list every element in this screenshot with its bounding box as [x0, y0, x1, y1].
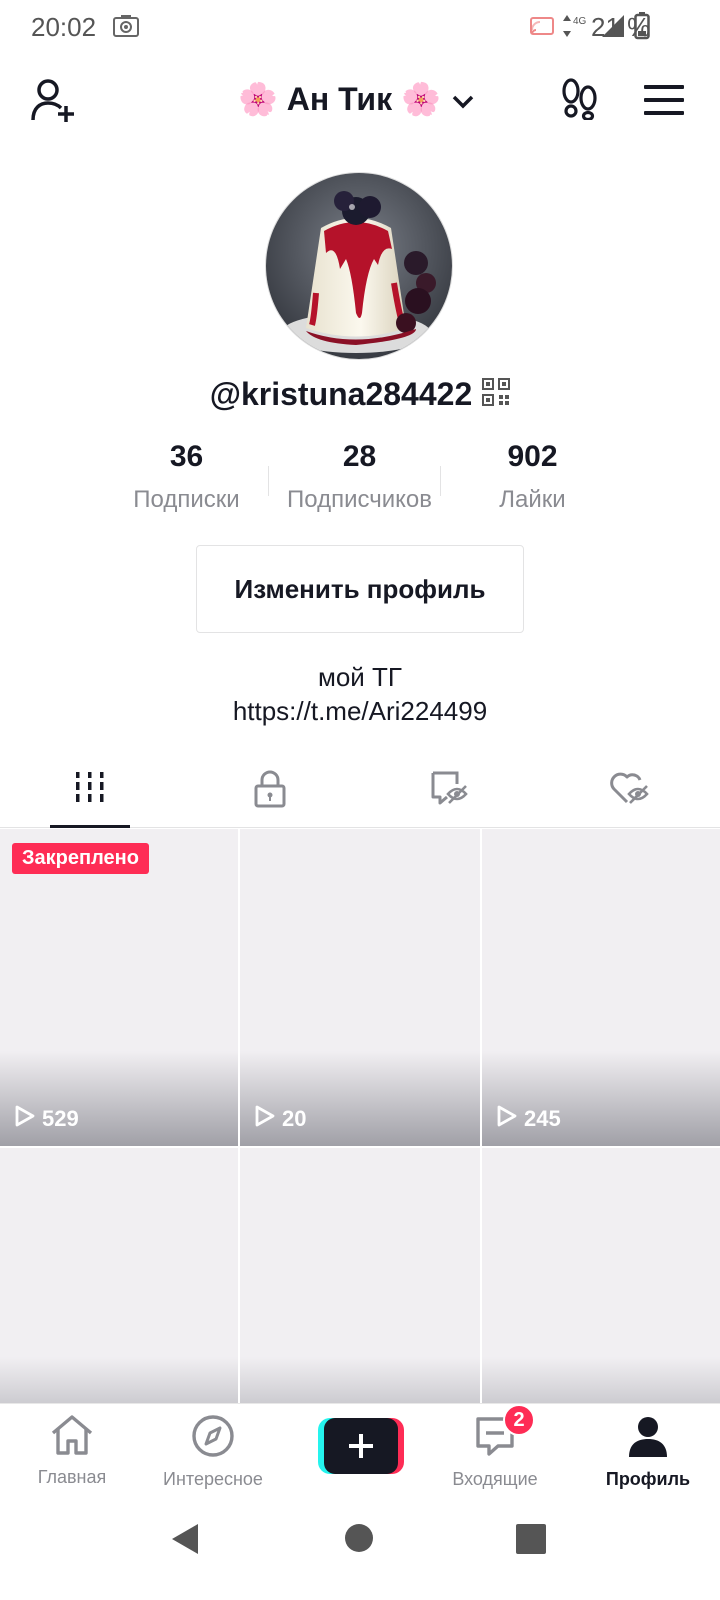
pinned-badge: Закреплено — [12, 843, 149, 874]
play-icon — [254, 1104, 276, 1134]
nav-home-label: Главная — [37, 1467, 107, 1487]
view-count-text: 20 — [282, 1106, 307, 1131]
hidden-repost-icon — [430, 770, 470, 827]
profile-display-name: 🌸 Ан Тик 🌸 — [238, 81, 441, 117]
video-tile[interactable] — [240, 1148, 480, 1407]
compass-icon — [191, 1414, 235, 1463]
following-count: 36 — [169, 440, 204, 473]
tab-private[interactable] — [180, 752, 360, 827]
status-bar: 20:02 4G 21 % — [0, 0, 720, 54]
video-tile[interactable]: Закреплено 529 — [0, 829, 238, 1146]
following-label: Подписки — [133, 486, 240, 513]
home-circle-icon[interactable] — [345, 1524, 373, 1552]
lock-icon — [253, 770, 287, 827]
profile-icon — [626, 1414, 670, 1463]
home-icon — [49, 1414, 95, 1461]
data-arrows-icon: 4G — [562, 13, 592, 46]
tab-liked[interactable] — [540, 752, 720, 827]
grid-icon — [74, 770, 106, 827]
edit-profile-button[interactable]: Изменить профиль — [196, 545, 524, 633]
nav-discover-label: Интересное — [163, 1469, 263, 1489]
profile-tabs — [0, 752, 720, 828]
cast-icon — [530, 14, 554, 45]
back-icon[interactable] — [170, 1522, 200, 1561]
video-tile[interactable]: 245 — [482, 829, 720, 1146]
add-user-icon[interactable] — [30, 78, 78, 129]
footprints-icon[interactable] — [560, 78, 600, 125]
hamburger-menu-icon[interactable] — [644, 84, 684, 121]
view-count: 20 — [254, 1104, 306, 1134]
avatar[interactable] — [265, 172, 453, 360]
inbox-badge: 2 — [503, 1404, 535, 1436]
screen-record-icon — [112, 14, 140, 45]
followers-label: Подписчиков — [287, 486, 432, 513]
username: @kristuna284422 — [209, 376, 473, 412]
chevron-down-icon — [451, 81, 475, 118]
nav-inbox[interactable]: 2 Входящие — [425, 1404, 565, 1490]
view-count: 245 — [496, 1104, 561, 1134]
video-tile[interactable] — [482, 1148, 720, 1407]
inbox-icon: 2 — [473, 1404, 535, 1463]
nav-home[interactable]: Главная — [2, 1414, 142, 1488]
stats-divider — [440, 466, 441, 496]
following-stat[interactable]: 36 Подписки — [100, 440, 273, 514]
stats-divider — [268, 466, 269, 496]
followers-count: 28 — [342, 440, 377, 473]
system-navigation-bar — [0, 1498, 720, 1600]
nav-discover[interactable]: Интересное — [143, 1414, 283, 1490]
bio: мой ТГ https://t.me/Ari224499 — [0, 660, 720, 728]
qr-code-icon[interactable] — [482, 378, 511, 411]
account-switcher[interactable]: 🌸 Ан Тик 🌸 — [238, 80, 475, 118]
play-icon — [14, 1104, 36, 1134]
video-tile[interactable] — [0, 1148, 238, 1407]
followers-stat[interactable]: 28 Подписчиков — [273, 440, 446, 514]
nav-inbox-label: Входящие — [452, 1469, 538, 1489]
hidden-heart-icon — [609, 770, 651, 827]
nav-profile-label: Профиль — [605, 1469, 691, 1489]
bio-text: мой ТГ — [317, 662, 403, 692]
likes-label: Лайки — [499, 486, 566, 513]
bio-link[interactable]: https://t.me/Ari224499 — [0, 694, 720, 728]
username-row: @kristuna284422 — [0, 376, 720, 413]
profile-header: 🌸 Ан Тик 🌸 — [0, 70, 720, 134]
tab-videos[interactable] — [0, 752, 180, 828]
view-count-text: 529 — [42, 1106, 79, 1131]
play-icon — [496, 1104, 518, 1134]
create-button[interactable] — [318, 1418, 404, 1474]
profile-stats: 36 Подписки 28 Подписчиков 902 Лайки — [100, 440, 620, 514]
battery-percent-text: 21 % — [591, 12, 651, 42]
recent-apps-icon[interactable] — [516, 1524, 546, 1554]
view-count: 529 — [14, 1104, 79, 1134]
svg-text:4G: 4G — [573, 16, 587, 27]
video-grid: Закреплено 529 20 245 — [0, 829, 720, 1407]
tab-reposts[interactable] — [360, 752, 540, 827]
nav-profile[interactable]: Профиль — [578, 1414, 718, 1490]
status-time: 20:02 — [31, 12, 97, 42]
likes-count: 902 — [507, 440, 558, 473]
video-tile[interactable]: 20 — [240, 829, 480, 1146]
bottom-nav: Главная Интересное 2 Входящие Профиль — [0, 1403, 720, 1498]
active-tab-indicator — [50, 825, 130, 828]
view-count-text: 245 — [524, 1106, 561, 1131]
likes-stat[interactable]: 902 Лайки — [446, 440, 619, 514]
